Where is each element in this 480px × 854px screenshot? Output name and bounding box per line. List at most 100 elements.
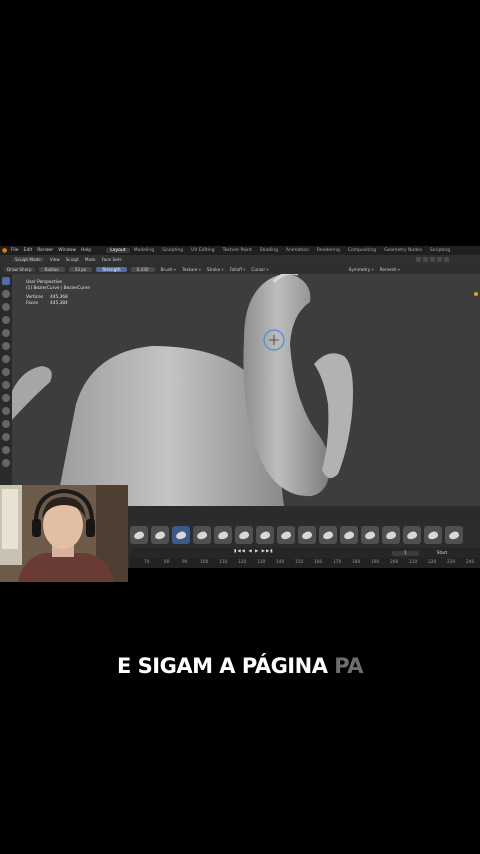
playback-buttons-icon[interactable]: ▮◀◀ ◀ ▶ ▶▶▮ — [234, 549, 274, 554]
radius-field[interactable]: 33 px — [68, 266, 93, 272]
stroke-dropdown[interactable]: Stroke — [207, 267, 224, 272]
menu-face-sets[interactable]: Face Sets — [102, 257, 122, 262]
overlay-icon[interactable] — [423, 257, 428, 262]
menu-window[interactable]: Window — [58, 248, 76, 253]
navigation-gizmo-icon — [474, 292, 478, 296]
brush-slot-16[interactable] — [445, 526, 463, 544]
smooth-tool-icon[interactable] — [2, 381, 10, 389]
tab-modeling[interactable]: Modeling — [130, 248, 158, 253]
texture-dropdown[interactable]: Texture — [182, 267, 201, 272]
mode-selector[interactable]: Sculpt Mode — [12, 257, 44, 262]
menu-sculpt[interactable]: Sculpt — [66, 257, 79, 262]
brush-thumb-icon — [279, 529, 293, 541]
menu-view[interactable]: View — [50, 257, 60, 262]
brush-slot-12[interactable] — [361, 526, 379, 544]
brush-slot-10[interactable] — [319, 526, 337, 544]
header-right-icons — [416, 257, 476, 262]
brush-thumb-icon — [153, 529, 167, 541]
toolbar — [0, 274, 12, 506]
blender-logo-icon[interactable]: ● — [2, 247, 8, 254]
tab-shading[interactable]: Shading — [256, 248, 282, 253]
tab-texture-paint[interactable]: Texture Paint — [219, 248, 256, 253]
grab-tool-icon[interactable] — [2, 446, 10, 454]
xray-icon[interactable] — [430, 257, 435, 262]
brush-slot-15[interactable] — [424, 526, 442, 544]
sculpt-mesh — [12, 274, 478, 506]
shading-solid-icon[interactable] — [437, 257, 442, 262]
brush-slot-13[interactable] — [382, 526, 400, 544]
menu-file[interactable]: File — [11, 248, 19, 253]
tab-rendering[interactable]: Rendering — [313, 248, 344, 253]
cursor-dropdown[interactable]: Cursor — [251, 267, 268, 272]
tab-layout[interactable]: Layout — [106, 248, 130, 253]
brush-selector[interactable]: Draw Sharp — [4, 266, 35, 272]
brush-slot-8[interactable] — [277, 526, 295, 544]
brush-thumb-icon — [363, 529, 377, 541]
brush-thumb-icon — [195, 529, 209, 541]
top-menubar: ● File Edit Render Window Help Layout Mo… — [0, 246, 480, 255]
tab-sculpting[interactable]: Sculpting — [158, 248, 187, 253]
scrape-tool-icon[interactable] — [2, 420, 10, 428]
layer-tool-icon[interactable] — [2, 329, 10, 337]
brush-thumb-icon — [174, 529, 188, 541]
caption-fading-text: PA — [334, 654, 363, 678]
brush-slot-5[interactable] — [214, 526, 232, 544]
brush-slot-7[interactable] — [256, 526, 274, 544]
brush-slot-6[interactable] — [235, 526, 253, 544]
menu-mask[interactable]: Mask — [85, 257, 96, 262]
snake-hook-tool-icon[interactable] — [2, 459, 10, 467]
brush-shelf — [130, 522, 480, 548]
brush-thumb-icon — [384, 529, 398, 541]
draw-sharp-tool-icon[interactable] — [2, 290, 10, 298]
strength-field[interactable]: 0.430 — [130, 266, 155, 272]
menu-render[interactable]: Render — [37, 248, 53, 253]
falloff-dropdown[interactable]: Falloff — [230, 267, 246, 272]
brush-slot-1[interactable] — [130, 526, 148, 544]
bottom-panel: ▮◀◀ ◀ ▶ ▶▶▮ 1 Start 70 80 90 100 110 120… — [130, 522, 480, 568]
brush-thumb-icon — [342, 529, 356, 541]
viewport-header: Sculpt Mode View Sculpt Mask Face Sets — [0, 255, 480, 264]
brush-thumb-icon — [447, 529, 461, 541]
shading-material-icon[interactable] — [444, 257, 449, 262]
timeline-ruler[interactable]: 70 80 90 100 110 120 130 140 150 160 170… — [130, 558, 480, 568]
brush-slot-4[interactable] — [193, 526, 211, 544]
brush-slot-2[interactable] — [151, 526, 169, 544]
brush-thumb-icon — [300, 529, 314, 541]
3d-viewport[interactable] — [12, 274, 480, 506]
fill-tool-icon[interactable] — [2, 407, 10, 415]
flatten-tool-icon[interactable] — [2, 394, 10, 402]
tool-settings-bar: Draw Sharp Radius 33 px Strength 0.430 B… — [0, 264, 480, 274]
brush-thumb-icon — [258, 529, 272, 541]
caption-solid-text: E SIGAM A PÁGINA — [117, 654, 335, 678]
brush-slot-11[interactable] — [340, 526, 358, 544]
draw-brush-tool-icon[interactable] — [2, 277, 10, 285]
inflate-tool-icon[interactable] — [2, 342, 10, 350]
current-frame-field[interactable]: 1 — [392, 550, 419, 556]
tab-uv-editing[interactable]: UV Editing — [187, 248, 218, 253]
strength-label: Strength — [96, 266, 127, 272]
object-name: (1) BezierCurve | BezierCurve — [26, 286, 90, 291]
start-label: Start — [436, 550, 448, 556]
tab-animation[interactable]: Animation — [282, 248, 313, 253]
gizmo-icon[interactable] — [416, 257, 421, 262]
blob-tool-icon[interactable] — [2, 355, 10, 363]
clay-strips-tool-icon[interactable] — [2, 316, 10, 324]
brush-thumb-icon — [321, 529, 335, 541]
pinch-tool-icon[interactable] — [2, 433, 10, 441]
menu-edit[interactable]: Edit — [24, 248, 33, 253]
symmetry-dropdown[interactable]: Symmetry — [349, 267, 374, 272]
brush-slot-14[interactable] — [403, 526, 421, 544]
stat-faces: Faces 445,384 — [26, 301, 68, 306]
clay-tool-icon[interactable] — [2, 303, 10, 311]
tab-geometry-nodes[interactable]: Geometry Nodes — [380, 248, 426, 253]
crease-tool-icon[interactable] — [2, 368, 10, 376]
brush-slot-9[interactable] — [298, 526, 316, 544]
webcam-overlay — [0, 485, 128, 582]
tab-scripting[interactable]: Scripting — [426, 248, 454, 253]
remesh-dropdown[interactable]: Remesh — [380, 267, 400, 272]
menu-help[interactable]: Help — [81, 248, 91, 253]
brush-slot-3[interactable] — [172, 526, 190, 544]
viewport-info-overlay: User Perspective (1) BezierCurve | Bezie… — [26, 280, 90, 307]
brush-dropdown[interactable]: Brush — [161, 267, 177, 272]
tab-compositing[interactable]: Compositing — [344, 248, 380, 253]
